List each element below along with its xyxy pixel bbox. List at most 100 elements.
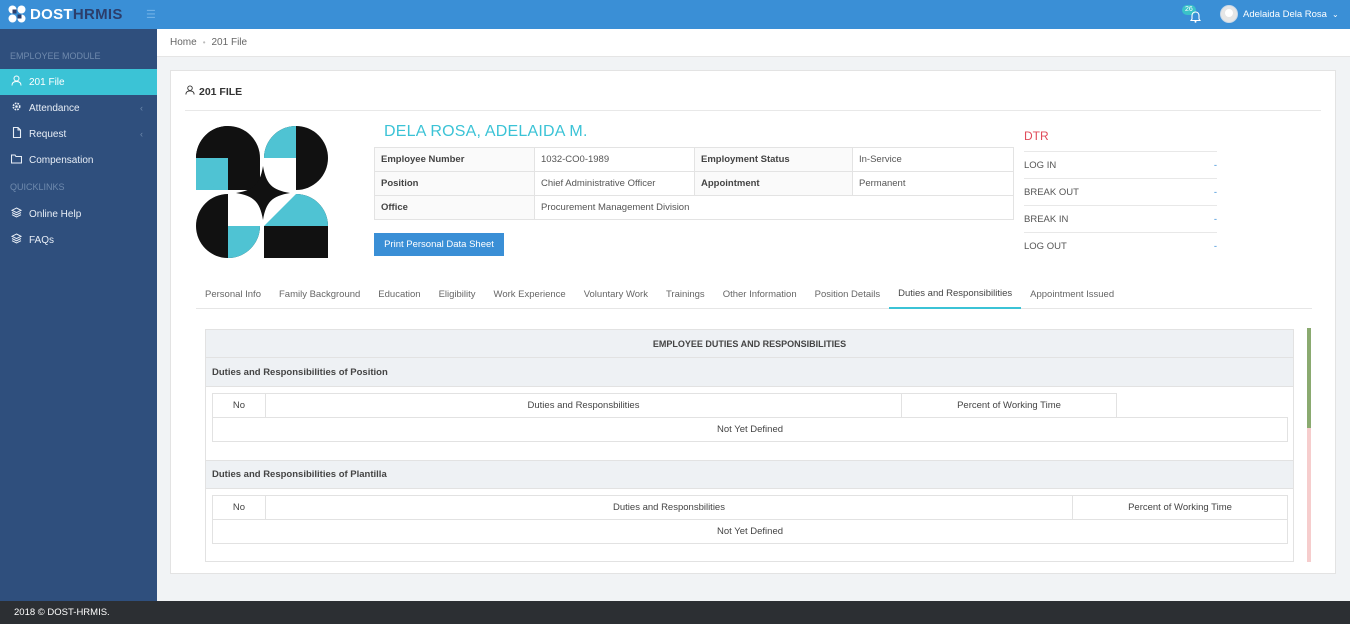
bell-icon [1189,11,1202,23]
sidebar-item-attendance[interactable]: Attendance ‹ [0,95,157,121]
print-pds-button[interactable]: Print Personal Data Sheet [374,233,504,256]
dtr-value: - [1213,159,1217,171]
layers-icon [10,207,23,221]
empty-message: Not Yet Defined [212,519,1288,544]
tab-voluntary-work[interactable]: Voluntary Work [575,279,657,309]
office-label: Office [374,195,535,220]
main-card: 201 FILE DELA ROSA, ADELAIDA M. Employee… [170,70,1336,574]
tab-work-experience[interactable]: Work Experience [485,279,575,309]
dtr-label: LOG OUT [1024,240,1067,252]
sidebar-item-label: Compensation [29,154,94,166]
layers-icon [10,233,23,247]
top-navbar: DOSTHRMIS ☰ 26 Adelaida Dela Rosa ⌄ [0,0,1350,29]
user-icon [185,85,195,98]
dtr-value: - [1213,213,1217,225]
tab-position-details[interactable]: Position Details [806,279,889,309]
sidebar-item-faqs[interactable]: FAQs [0,227,157,253]
sidebar-item-online-help[interactable]: Online Help [0,201,157,227]
col-duties: Duties and Responsbilities [265,393,902,418]
duties-panel: EMPLOYEE DUTIES AND RESPONSIBILITIES Dut… [205,329,1294,562]
tab-appointment-issued[interactable]: Appointment Issued [1021,279,1123,309]
scrollbar-track[interactable] [1307,428,1311,562]
tab-eligibility[interactable]: Eligibility [430,279,485,309]
sidebar-section-quicklinks: QUICKLINKS [10,182,65,192]
breadcrumb-separator-icon: • [202,38,206,47]
appointment-label: Appointment [694,171,853,196]
tab-duties-and-responsibilities[interactable]: Duties and Responsibilities [889,279,1022,309]
tab-personal-info[interactable]: Personal Info [196,279,270,309]
sidebar-item-201-file[interactable]: 201 File [0,69,157,95]
dtr-row-log-in: LOG IN - [1024,151,1217,178]
duties-panel-title: EMPLOYEE DUTIES AND RESPONSIBILITIES [206,330,1293,358]
user-menu[interactable]: Adelaida Dela Rosa ⌄ [1220,4,1339,24]
employee-name: DELA ROSA, ADELAIDA M. [384,123,588,140]
sidebar-item-label: 201 File [29,76,65,88]
col-percent: Percent of Working Time [901,393,1117,418]
plantilla-duties-heading: Duties and Responsibilities of Plantilla [206,460,1293,489]
appointment-value: Permanent [852,171,1014,196]
sidebar-item-request[interactable]: Request ‹ [0,121,157,147]
sidebar-item-label: Online Help [29,208,82,220]
brand-name: DOSTHRMIS [30,5,123,23]
divider [185,110,1321,111]
brand[interactable]: DOSTHRMIS [8,4,123,24]
position-label: Position [374,171,535,196]
profile-tabs: Personal Info Family Background Educatio… [196,279,1312,309]
menu-toggle-icon[interactable]: ☰ [146,8,156,21]
page-title: 201 FILE [185,85,242,98]
employee-number-value: 1032-CO0-1989 [534,147,695,172]
col-percent: Percent of Working Time [1072,495,1288,520]
office-value: Procurement Management Division [534,195,1014,220]
table-header-row: No Duties and Responsbilities Percent of… [212,393,1288,418]
page-title-text: 201 FILE [199,85,243,98]
folder-icon [10,153,23,167]
col-duties: Duties and Responsbilities [265,495,1073,520]
chevron-down-icon: ⌄ [1331,9,1339,19]
brand-logo-icon [8,5,26,23]
chevron-left-icon: ‹ [140,129,143,139]
table-row: Office Procurement Management Division [374,195,1014,220]
dtr-label: BREAK OUT [1024,186,1079,198]
sidebar-item-label: Attendance [29,102,80,114]
table-header-row: No Duties and Responsbilities Percent of… [212,495,1288,520]
sidebar-section-employee: EMPLOYEE MODULE [10,51,101,61]
breadcrumb: Home • 201 File [157,29,1350,57]
dtr-value: - [1213,240,1217,252]
footer: 2018 © DOST-HRMIS. [0,601,1350,624]
empty-message: Not Yet Defined [212,417,1288,442]
table-row: Not Yet Defined [212,519,1288,544]
tab-education[interactable]: Education [369,279,429,309]
sidebar-item-label: FAQs [29,234,55,246]
agency-logo [196,126,330,258]
breadcrumb-current: 201 File [211,37,248,48]
table-row: Not Yet Defined [212,417,1288,442]
employment-status-value: In-Service [852,147,1014,172]
chevron-left-icon: ‹ [140,103,143,113]
col-no: No [212,495,266,520]
avatar [1220,5,1238,23]
sidebar-item-compensation[interactable]: Compensation [0,147,157,173]
tab-trainings[interactable]: Trainings [657,279,714,309]
dtr-label: BREAK IN [1024,213,1069,225]
col-no: No [212,393,266,418]
tab-other-information[interactable]: Other Information [714,279,806,309]
dtr-row-break-out: BREAK OUT - [1024,178,1217,205]
notification-button[interactable]: 26 [1182,5,1204,25]
footer-text: 2018 © DOST-HRMIS. [14,607,110,618]
position-value: Chief Administrative Officer [534,171,695,196]
tab-family-background[interactable]: Family Background [270,279,369,309]
employee-number-label: Employee Number [374,147,535,172]
document-icon [11,126,22,141]
dtr-value: - [1213,186,1217,198]
position-duties-table: No Duties and Responsbilities Percent of… [212,393,1288,442]
sidebar: EMPLOYEE MODULE 201 File Attendance ‹ Re… [0,29,157,601]
table-row: Position Chief Administrative Officer Ap… [374,171,1014,196]
employment-status-label: Employment Status [694,147,853,172]
sidebar-item-label: Request [29,128,67,140]
col-empty [1116,393,1288,418]
user-icon [11,75,22,89]
scrollbar-thumb[interactable] [1307,328,1311,428]
breadcrumb-home[interactable]: Home [170,37,197,48]
user-name: Adelaida Dela Rosa [1243,8,1327,20]
